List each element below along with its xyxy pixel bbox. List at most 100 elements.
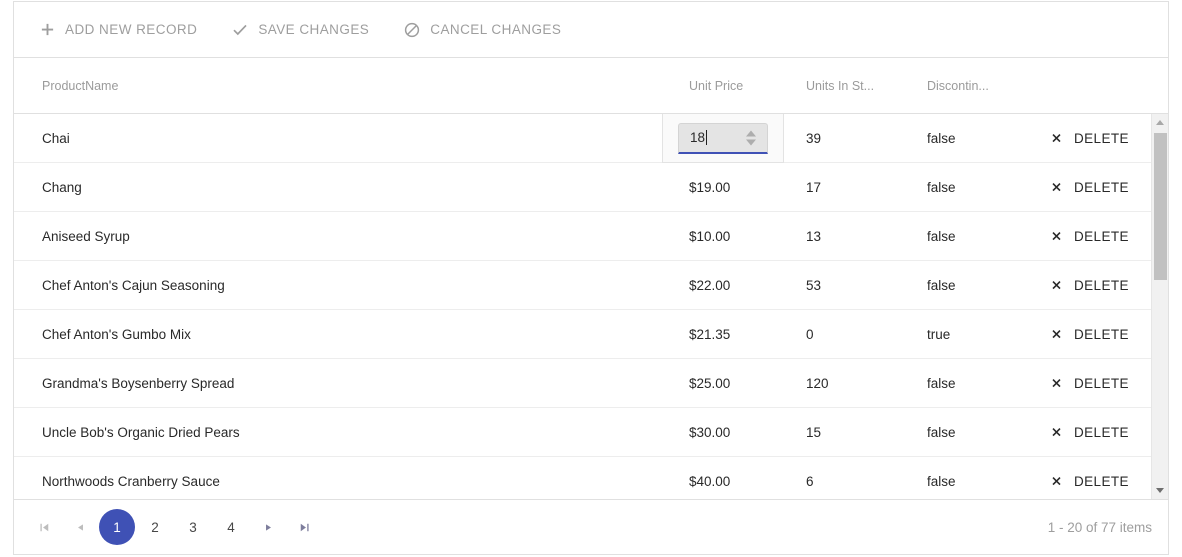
cell-unit-price[interactable]: $19.00 [689,163,799,211]
column-header-discontinued[interactable]: Discontin... [927,58,1027,113]
cell-unit-price[interactable]: $21.35 [689,310,799,358]
save-changes-button[interactable]: SAVE CHANGES [221,12,379,48]
pager-number-list: 1234 [98,509,250,545]
cell-discontinued[interactable]: true [927,310,1037,358]
quantity-stepper[interactable] [746,130,756,145]
table-row[interactable]: Grandma's Boysenberry Spread $25.00 120 fal… [14,359,1151,408]
go-to-last-page-icon[interactable] [286,509,322,545]
delete-button[interactable]: DELETE [1049,131,1129,146]
table-row[interactable]: Northwoods Cranberry Sauce $40.00 6 false DE… [14,457,1151,499]
vertical-scrollbar[interactable] [1151,114,1168,499]
cell-unit-price[interactable]: $40.00 [689,457,799,499]
cancel-circle-icon [403,21,421,39]
unit-price-numeric-input[interactable]: 18 [678,122,768,154]
delete-button[interactable]: DELETE [1049,180,1129,195]
cell-units-in-stock[interactable]: 120 [806,359,916,407]
unit-price-input-value: 18 [690,129,706,145]
cell-units-in-stock[interactable]: 15 [806,408,916,456]
go-to-previous-page-icon[interactable] [62,509,98,545]
table-row[interactable]: Chang $19.00 17 false DELETE [14,163,1151,212]
delete-button[interactable]: DELETE [1049,376,1129,391]
delete-button[interactable]: DELETE [1049,327,1129,342]
cell-discontinued[interactable]: false [927,359,1037,407]
check-icon [231,21,249,39]
delete-button[interactable]: DELETE [1049,229,1129,244]
delete-button-label: DELETE [1074,277,1129,293]
x-icon [1049,131,1064,146]
grid-toolbar: ADD NEW RECORD SAVE CHANGES CANCEL CHANG… [14,2,1168,58]
cell-product-name[interactable]: Aniseed Syrup [42,212,642,260]
pager-page-4[interactable]: 4 [213,509,249,545]
cell-discontinued[interactable]: false [927,114,1037,162]
cell-product-name[interactable]: Northwoods Cranberry Sauce [42,457,642,499]
add-new-record-label: ADD NEW RECORD [65,21,198,37]
scroll-up-arrow-icon[interactable] [1152,114,1168,131]
cell-product-name[interactable]: Uncle Bob's Organic Dried Pears [42,408,642,456]
column-header-product-name[interactable]: ProductName [42,58,642,113]
cell-unit-price[interactable]: $30.00 [689,408,799,456]
table-row[interactable]: Chef Anton's Gumbo Mix $21.35 0 true DELETE [14,310,1151,359]
cell-unit-price[interactable]: $22.00 [689,261,799,309]
delete-button[interactable]: DELETE [1049,425,1129,440]
cell-product-name[interactable]: Grandma's Boysenberry Spread [42,359,642,407]
cell-units-in-stock[interactable]: 6 [806,457,916,499]
cell-command: DELETE [1049,212,1159,260]
cell-command: DELETE [1049,163,1159,211]
pager-page-1[interactable]: 1 [99,509,135,545]
table-row[interactable]: Aniseed Syrup $10.00 13 false DELETE [14,212,1151,261]
table-row[interactable]: Chai 18 39 false DELETE [14,114,1151,163]
cell-product-name[interactable]: Chang [42,163,642,211]
scroll-down-arrow-icon[interactable] [1152,482,1168,499]
go-to-next-page-icon[interactable] [250,509,286,545]
grid-header-row: ProductName Unit Price Units In St... Di… [14,58,1168,114]
delete-button-label: DELETE [1074,473,1129,489]
delete-button-label: DELETE [1074,179,1129,195]
caret-down-icon[interactable] [746,139,756,145]
plus-icon [38,21,56,39]
delete-button-label: DELETE [1074,130,1129,146]
text-caret [706,130,708,145]
cell-command: DELETE [1049,310,1159,358]
x-icon [1049,474,1064,489]
cell-unit-price[interactable]: $10.00 [689,212,799,260]
cell-command: DELETE [1049,261,1159,309]
save-changes-label: SAVE CHANGES [258,21,370,37]
pager-page-3[interactable]: 3 [175,509,211,545]
caret-up-icon[interactable] [746,130,756,136]
cell-units-in-stock[interactable]: 39 [806,114,916,162]
cell-units-in-stock[interactable]: 17 [806,163,916,211]
cancel-changes-button[interactable]: CANCEL CHANGES [393,12,571,48]
cell-units-in-stock[interactable]: 0 [806,310,916,358]
cell-discontinued[interactable]: false [927,408,1037,456]
cancel-changes-label: CANCEL CHANGES [430,21,562,37]
cell-product-name[interactable]: Chef Anton's Gumbo Mix [42,310,642,358]
delete-button-label: DELETE [1074,228,1129,244]
cell-product-name[interactable]: Chef Anton's Cajun Seasoning [42,261,642,309]
delete-button[interactable]: DELETE [1049,278,1129,293]
cell-discontinued[interactable]: false [927,261,1037,309]
cell-product-name[interactable]: Chai [42,114,642,162]
cell-units-in-stock[interactable]: 53 [806,261,916,309]
column-header-units-in-stock[interactable]: Units In St... [806,58,906,113]
delete-button-label: DELETE [1074,326,1129,342]
column-header-unit-price[interactable]: Unit Price [689,58,799,113]
scrollbar-thumb[interactable] [1154,133,1167,280]
add-new-record-button[interactable]: ADD NEW RECORD [28,12,207,48]
x-icon [1049,327,1064,342]
go-to-first-page-icon[interactable] [26,509,62,545]
delete-button[interactable]: DELETE [1049,474,1129,489]
cell-command: DELETE [1049,457,1159,499]
grid-rows: Chai 18 39 false DELETE Chang $19.00 17 false DEL… [14,114,1151,499]
cell-units-in-stock[interactable]: 13 [806,212,916,260]
cell-unit-price-editing[interactable]: 18 [662,114,784,163]
cell-unit-price[interactable]: $25.00 [689,359,799,407]
cell-discontinued[interactable]: false [927,212,1037,260]
cell-discontinued[interactable]: false [927,457,1037,499]
pager-page-2[interactable]: 2 [137,509,173,545]
x-icon [1049,376,1064,391]
x-icon [1049,278,1064,293]
table-row[interactable]: Chef Anton's Cajun Seasoning $22.00 53 fals… [14,261,1151,310]
cell-command: DELETE [1049,359,1159,407]
cell-discontinued[interactable]: false [927,163,1037,211]
table-row[interactable]: Uncle Bob's Organic Dried Pears $30.00 15 f… [14,408,1151,457]
